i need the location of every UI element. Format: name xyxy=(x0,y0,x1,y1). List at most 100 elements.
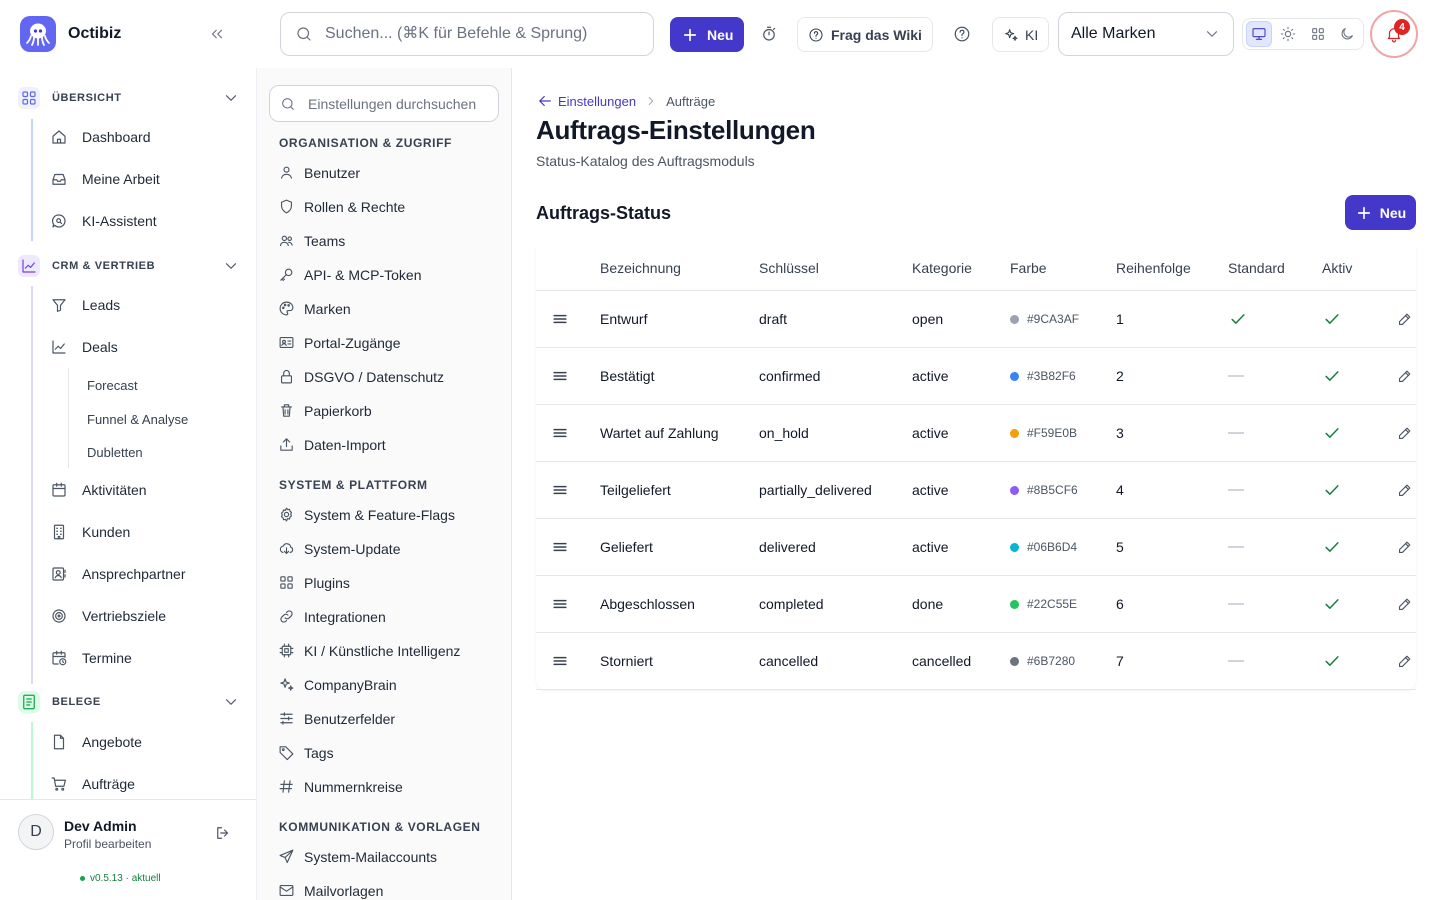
settings-item-custom-fields[interactable]: Benutzerfelder xyxy=(278,710,395,727)
sidebar-item-ai-assistant[interactable]: KI-Assistent xyxy=(50,212,157,230)
column-header[interactable]: Standard xyxy=(1228,245,1285,290)
drag-handle-icon[interactable] xyxy=(550,291,570,347)
logout-icon[interactable] xyxy=(214,824,232,842)
sidebar-section-documents[interactable]: BELEGE xyxy=(18,691,240,713)
table-row[interactable]: Abgeschlossen completed done #22C55E 6 xyxy=(536,576,1416,633)
sidebar-item-orders[interactable]: Aufträge xyxy=(50,775,135,793)
help-icon[interactable] xyxy=(953,25,971,43)
table-row[interactable]: Teilgeliefert partially_delivered active #8… xyxy=(536,462,1416,519)
edit-button[interactable] xyxy=(1396,348,1413,404)
sidebar-item-sales-goals[interactable]: Vertriebsziele xyxy=(50,607,166,625)
sidebar-item-appointments[interactable]: Termine xyxy=(50,649,132,667)
drag-handle-icon[interactable] xyxy=(550,576,570,632)
settings-item-system-update[interactable]: System-Update xyxy=(278,540,400,557)
settings-search-input[interactable] xyxy=(308,95,488,112)
table-row[interactable]: Bestätigt confirmed active #3B82F6 2 xyxy=(536,348,1416,405)
settings-item-users[interactable]: Benutzer xyxy=(278,164,360,181)
column-header[interactable]: Kategorie xyxy=(912,245,972,290)
drag-handle-icon[interactable] xyxy=(550,405,570,461)
table-row[interactable]: Storniert cancelled cancelled #6B7280 7 xyxy=(536,633,1416,690)
sidebar-item-customers[interactable]: Kunden xyxy=(50,523,130,541)
sidebar-subitem-forecast[interactable]: Forecast xyxy=(87,378,138,393)
edit-button[interactable] xyxy=(1396,291,1413,347)
status-key: cancelled xyxy=(759,653,819,669)
edit-button[interactable] xyxy=(1396,519,1413,575)
settings-item-teams[interactable]: Teams xyxy=(278,232,345,249)
settings-item-label: Marken xyxy=(304,300,351,317)
column-header[interactable]: Farbe xyxy=(1010,245,1047,290)
brand-select[interactable]: Alle Marken xyxy=(1058,12,1234,56)
table-row[interactable]: Geliefert delivered active #06B6D4 5 xyxy=(536,519,1416,576)
column-header[interactable]: Bezeichnung xyxy=(600,245,681,290)
edit-profile-link[interactable]: Profil bearbeiten xyxy=(64,837,151,851)
drag-handle-icon[interactable] xyxy=(550,348,570,404)
settings-item-mail-templates[interactable]: Mailvorlagen xyxy=(278,882,383,899)
settings-search[interactable] xyxy=(269,85,499,122)
settings-item-ai[interactable]: KI / Künstliche Intelligenz xyxy=(278,642,460,659)
sidebar-item-dashboard[interactable]: Dashboard xyxy=(50,128,151,146)
color-swatch xyxy=(1010,428,1019,438)
table-row[interactable]: Entwurf draft open #9CA3AF 1 xyxy=(536,291,1416,348)
sidebar-item-activities[interactable]: Aktivitäten xyxy=(50,481,147,499)
layout-grid-icon[interactable] xyxy=(1305,21,1330,47)
drag-handle-icon[interactable] xyxy=(550,633,570,689)
settings-item-gdpr[interactable]: DSGVO / Datenschutz xyxy=(278,368,444,385)
monitor-icon[interactable] xyxy=(1246,21,1272,47)
sidebar-section-crm[interactable]: CRM & VERTRIEB xyxy=(18,255,240,277)
settings-item-integrations[interactable]: Integrationen xyxy=(278,608,386,625)
settings-item-plugins[interactable]: Plugins xyxy=(278,574,350,591)
brand[interactable]: Octibiz xyxy=(20,16,121,52)
settings-item-roles[interactable]: Rollen & Rechte xyxy=(278,198,405,215)
edit-button[interactable] xyxy=(1396,405,1413,461)
stopwatch-icon[interactable] xyxy=(760,25,778,43)
breadcrumb-parent[interactable]: Einstellungen xyxy=(536,92,636,110)
sidebar-item-contacts[interactable]: Ansprechpartner xyxy=(50,565,186,583)
global-search[interactable] xyxy=(280,12,654,56)
drag-handle-icon[interactable] xyxy=(550,462,570,518)
status-table: Bezeichnung Schlüssel Kategorie Farbe Re… xyxy=(536,245,1416,690)
settings-item-tags[interactable]: Tags xyxy=(278,744,334,761)
sidebar-section-overview[interactable]: ÜBERSICHT xyxy=(18,87,240,109)
sidebar-item-label: Dashboard xyxy=(82,129,151,145)
settings-item-brands[interactable]: Marken xyxy=(278,300,351,317)
settings-item-companybrain[interactable]: CompanyBrain xyxy=(278,676,397,693)
sidebar-item-my-work[interactable]: Meine Arbeit xyxy=(50,170,160,188)
inbox-icon xyxy=(52,173,66,185)
settings-item-portal[interactable]: Portal-Zugänge xyxy=(278,334,401,351)
column-header[interactable]: Schlüssel xyxy=(759,245,819,290)
sidebar-subitem-duplicates[interactable]: Dubletten xyxy=(87,445,143,460)
edit-button[interactable] xyxy=(1396,462,1413,518)
avatar[interactable]: D xyxy=(18,814,54,850)
settings-item-import[interactable]: Daten-Import xyxy=(278,436,386,453)
settings-item-system-flags[interactable]: System & Feature-Flags xyxy=(278,506,455,523)
global-search-input[interactable] xyxy=(325,25,625,43)
column-header[interactable]: Aktiv xyxy=(1322,245,1352,290)
settings-item-number-ranges[interactable]: Nummernkreise xyxy=(278,778,403,795)
sidebar-item-deals[interactable]: Deals xyxy=(50,338,118,356)
sidebar-item-leads[interactable]: Leads xyxy=(50,296,120,314)
ki-button[interactable]: KI xyxy=(992,17,1050,52)
edit-button[interactable] xyxy=(1396,576,1413,632)
sidebar-item-label: Vertriebsziele xyxy=(82,608,167,624)
new-status-button[interactable]: Neu xyxy=(1345,195,1416,230)
settings-item-mail-accounts[interactable]: System-Mailaccounts xyxy=(278,848,437,865)
section-line xyxy=(31,286,33,684)
table-row[interactable]: Wartet auf Zahlung on_hold active #F59E0B 3 xyxy=(536,405,1416,462)
new-button[interactable]: Neu xyxy=(670,17,745,52)
user-name[interactable]: Dev Admin xyxy=(64,818,137,834)
sidebar-subitem-funnel[interactable]: Funnel & Analyse xyxy=(87,412,188,427)
settings-item-trash[interactable]: Papierkorb xyxy=(278,402,372,419)
edit-button[interactable] xyxy=(1396,633,1413,689)
sidebar-item-quotes[interactable]: Angebote xyxy=(50,733,142,751)
dash-icon xyxy=(1228,546,1244,548)
collapse-sidebar-icon[interactable] xyxy=(208,25,226,43)
sun-icon[interactable] xyxy=(1276,21,1301,47)
new-status-label: Neu xyxy=(1379,204,1407,221)
ask-wiki-button[interactable]: Frag das Wiki xyxy=(797,17,933,52)
standard-indicator xyxy=(1228,462,1244,518)
drag-handle-icon[interactable] xyxy=(550,519,570,575)
column-header[interactable]: Reihenfolge xyxy=(1116,245,1191,290)
settings-item-api-tokens[interactable]: API- & MCP-Token xyxy=(278,266,421,283)
moon-icon[interactable] xyxy=(1335,21,1360,47)
notifications-button[interactable]: 4 xyxy=(1370,10,1418,58)
